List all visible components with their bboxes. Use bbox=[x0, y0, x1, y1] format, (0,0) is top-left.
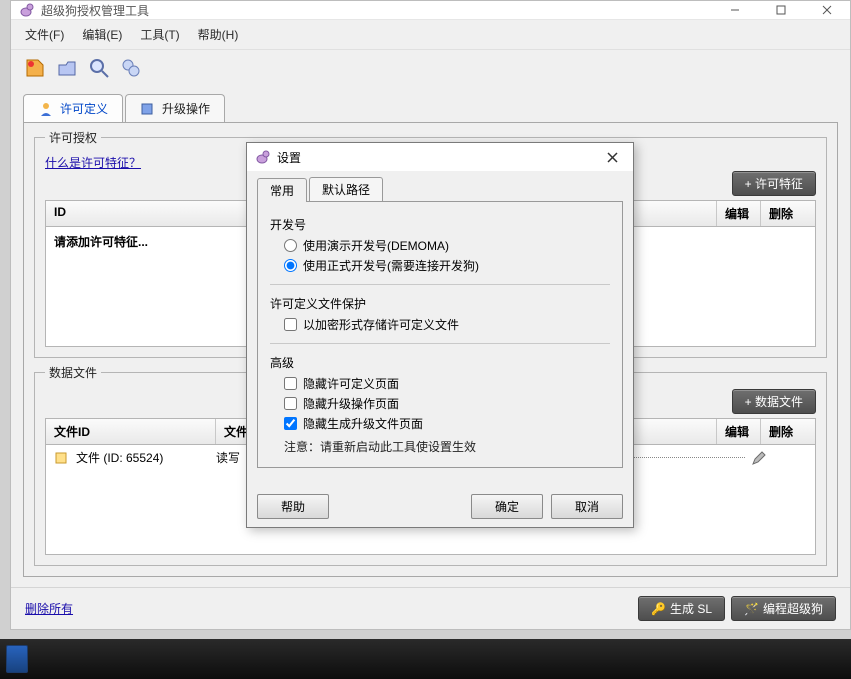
license-empty-text: 请添加许可特征... bbox=[54, 235, 148, 249]
checkbox-encrypt-row[interactable]: 以加密形式存储许可定义文件 bbox=[284, 316, 610, 333]
close-button[interactable] bbox=[804, 1, 850, 19]
key-icon: 🔑 bbox=[651, 602, 666, 616]
radio-real[interactable] bbox=[284, 259, 297, 272]
settings-dialog: 设置 常用 默认路径 开发号 使用演示开发号(DEMOMA) 使用正式开发号(需… bbox=[246, 142, 634, 528]
menu-file[interactable]: 文件(F) bbox=[23, 24, 66, 45]
dialog-tabs: 常用 默认路径 bbox=[257, 177, 623, 201]
row-file-type: 读写 bbox=[216, 449, 240, 466]
group-advanced: 高级 bbox=[270, 354, 610, 371]
datafile-legend: 数据文件 bbox=[45, 364, 101, 381]
menu-tool[interactable]: 工具(T) bbox=[138, 24, 181, 45]
checkbox-encrypt[interactable] bbox=[284, 318, 297, 331]
checkbox-hide-upgrade[interactable] bbox=[284, 397, 297, 410]
toolbar-new-icon[interactable] bbox=[21, 54, 49, 82]
tab-license-def[interactable]: 许可定义 bbox=[23, 94, 123, 122]
what-is-feature-link[interactable]: 什么是许可特征？ bbox=[45, 156, 141, 170]
cancel-button[interactable]: 取消 bbox=[551, 494, 623, 519]
checkbox-hide-license-label: 隐藏许可定义页面 bbox=[303, 375, 399, 392]
menubar: 文件(F) 编辑(E) 工具(T) 帮助(H) bbox=[11, 20, 850, 50]
menu-edit[interactable]: 编辑(E) bbox=[80, 24, 124, 45]
help-button[interactable]: 帮助 bbox=[257, 494, 329, 519]
taskbar-item[interactable] bbox=[6, 645, 28, 673]
option-demo[interactable]: 使用演示开发号(DEMOMA) bbox=[284, 237, 610, 254]
checkbox-hide-genfile-row[interactable]: 隐藏生成升级文件页面 bbox=[284, 415, 610, 432]
taskbar bbox=[0, 639, 851, 679]
checkbox-encrypt-label: 以加密形式存储许可定义文件 bbox=[303, 316, 459, 333]
app-icon bbox=[19, 2, 35, 18]
window-title: 超级狗授权管理工具 bbox=[41, 2, 712, 19]
dialog-close-button[interactable] bbox=[599, 146, 625, 168]
wand-icon: 🪄 bbox=[744, 602, 759, 616]
tab-license-label: 许可定义 bbox=[60, 100, 108, 117]
program-button[interactable]: 🪄 编程超级狗 bbox=[731, 596, 836, 621]
menu-help[interactable]: 帮助(H) bbox=[196, 24, 241, 45]
main-tabs: 许可定义 升级操作 bbox=[23, 94, 838, 122]
book-icon bbox=[140, 101, 156, 117]
tab-general[interactable]: 常用 bbox=[257, 178, 307, 202]
dialog-footer: 帮助 确定 取消 bbox=[247, 486, 633, 527]
ok-button[interactable]: 确定 bbox=[471, 494, 543, 519]
tab-default-path[interactable]: 默认路径 bbox=[309, 177, 383, 201]
program-label: 编程超级狗 bbox=[763, 602, 823, 616]
tab-upgrade-label: 升级操作 bbox=[162, 100, 210, 117]
col-edit: 编辑 bbox=[717, 201, 761, 226]
dialog-panel: 开发号 使用演示开发号(DEMOMA) 使用正式开发号(需要连接开发狗) 许可定… bbox=[257, 201, 623, 468]
file-icon bbox=[54, 450, 70, 466]
dialog-title: 设置 bbox=[277, 149, 599, 166]
radio-demo-label: 使用演示开发号(DEMOMA) bbox=[303, 237, 449, 254]
col-delete2: 删除 bbox=[761, 419, 815, 444]
col-file-id: 文件ID bbox=[46, 419, 216, 444]
dialog-icon bbox=[255, 149, 271, 165]
license-legend: 许可授权 bbox=[45, 129, 101, 146]
checkbox-hide-upgrade-label: 隐藏升级操作页面 bbox=[303, 395, 399, 412]
add-feature-button[interactable]: + 许可特征 bbox=[732, 171, 816, 196]
footer: 删除所有 🔑 生成 SL 🪄 编程超级狗 bbox=[11, 587, 850, 629]
radio-demo[interactable] bbox=[284, 239, 297, 252]
checkbox-hide-upgrade-row[interactable]: 隐藏升级操作页面 bbox=[284, 395, 610, 412]
toolbar bbox=[11, 50, 850, 86]
group-devnum: 开发号 bbox=[270, 216, 610, 233]
build-sl-button[interactable]: 🔑 生成 SL bbox=[638, 596, 725, 621]
person-icon bbox=[38, 101, 54, 117]
minimize-button[interactable] bbox=[712, 1, 758, 19]
checkbox-hide-license-row[interactable]: 隐藏许可定义页面 bbox=[284, 375, 610, 392]
restart-note: 注意：请重新启动此工具使设置生效 bbox=[284, 438, 610, 455]
delete-all-link[interactable]: 删除所有 bbox=[25, 600, 73, 617]
pencil-icon[interactable] bbox=[751, 450, 767, 466]
add-datafile-button[interactable]: + 数据文件 bbox=[732, 389, 816, 414]
toolbar-settings-icon[interactable] bbox=[117, 54, 145, 82]
toolbar-open-icon[interactable] bbox=[53, 54, 81, 82]
build-sl-label: 生成 SL bbox=[670, 602, 712, 616]
col-edit2: 编辑 bbox=[717, 419, 761, 444]
checkbox-hide-genfile-label: 隐藏生成升级文件页面 bbox=[303, 415, 423, 432]
group-protect: 许可定义文件保护 bbox=[270, 295, 610, 312]
window-controls bbox=[712, 1, 850, 19]
radio-real-label: 使用正式开发号(需要连接开发狗) bbox=[303, 257, 479, 274]
toolbar-search-icon[interactable] bbox=[85, 54, 113, 82]
dialog-titlebar: 设置 bbox=[247, 143, 633, 171]
row-file-id: 文件 (ID: 65524) bbox=[76, 449, 216, 466]
option-real[interactable]: 使用正式开发号(需要连接开发狗) bbox=[284, 257, 610, 274]
checkbox-hide-genfile[interactable] bbox=[284, 417, 297, 430]
maximize-button[interactable] bbox=[758, 1, 804, 19]
col-delete: 删除 bbox=[761, 201, 815, 226]
titlebar: 超级狗授权管理工具 bbox=[11, 1, 850, 20]
tab-upgrade[interactable]: 升级操作 bbox=[125, 94, 225, 122]
checkbox-hide-license[interactable] bbox=[284, 377, 297, 390]
dialog-body: 常用 默认路径 开发号 使用演示开发号(DEMOMA) 使用正式开发号(需要连接… bbox=[247, 171, 633, 486]
